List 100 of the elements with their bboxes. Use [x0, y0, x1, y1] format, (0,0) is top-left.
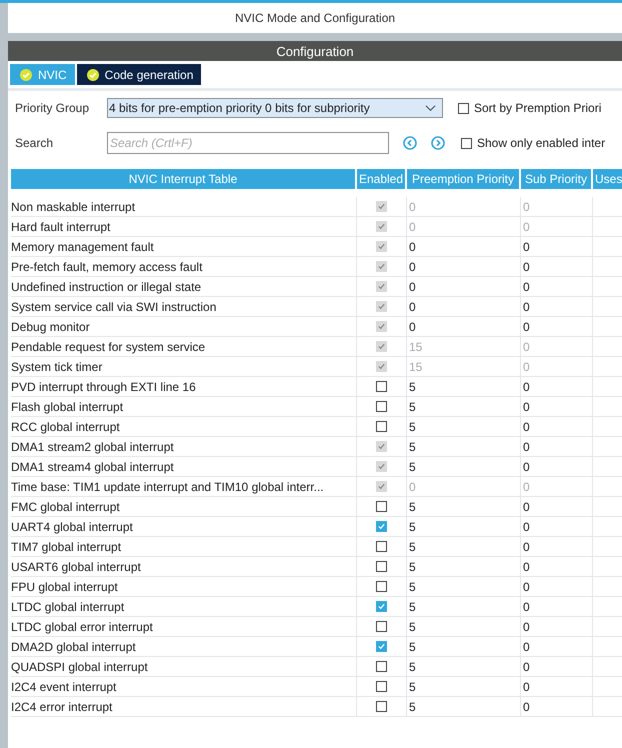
preemption-priority-cell: 0 [407, 277, 521, 296]
interrupt-name-cell: TIM7 global interrupt [11, 537, 357, 556]
preemption-priority-cell: 0 [407, 317, 521, 336]
interrupt-name-cell: FPU global interrupt [11, 577, 357, 596]
tab[interactable]: Code generation [76, 64, 202, 85]
sub-priority-cell: 0 [521, 377, 593, 396]
priority-group-dropdown[interactable]: 4 bits for pre-emption priority 0 bits for subpriority [107, 98, 443, 118]
enabled-checkbox[interactable] [376, 381, 387, 392]
interrupt-name-cell: I2C4 event interrupt [11, 677, 357, 696]
interrupt-name-cell: Pendable request for system service [11, 337, 357, 356]
preemption-priority-cell: 5 [407, 637, 521, 656]
preemption-priority-cell: 5 [407, 377, 521, 396]
enabled-checkbox[interactable] [376, 701, 387, 712]
interrupt-name-cell: Debug monitor [11, 317, 357, 336]
enabled-checkbox[interactable] [376, 661, 387, 672]
sub-priority-cell: 0 [521, 397, 593, 416]
interrupt-name-cell: UART4 global interrupt [11, 517, 357, 536]
enabled-checkbox[interactable] [376, 681, 387, 692]
interrupt-name-cell: Undefined instruction or illegal state [11, 277, 357, 296]
preemption-priority-cell: 0 [407, 477, 521, 496]
enabled-checkbox[interactable] [376, 561, 387, 572]
column-header: Uses [593, 169, 622, 189]
interrupt-name-cell: QUADSPI global interrupt [11, 657, 357, 676]
interrupt-name-cell: Non maskable interrupt [11, 197, 357, 216]
next-icon[interactable] [431, 136, 445, 150]
interrupt-name-cell: DMA1 stream2 global interrupt [11, 437, 357, 456]
preemption-priority-cell: 5 [407, 617, 521, 636]
interrupt-name-cell: LTDC global interrupt [11, 597, 357, 616]
enabled-checkbox[interactable] [376, 521, 387, 532]
interrupt-name-cell: PVD interrupt through EXTI line 16 [11, 377, 357, 396]
sub-priority-cell: 0 [521, 637, 593, 656]
sort-checkbox[interactable] [458, 102, 469, 114]
interrupt-name-cell: Memory management fault [11, 237, 357, 256]
enabled-checkbox[interactable] [376, 621, 387, 632]
preemption-priority-cell: 0 [407, 197, 521, 216]
enabled-checkbox[interactable] [376, 421, 387, 432]
search-field[interactable]: Search (Crtl+F) [107, 132, 389, 154]
column-header: Preemption Priority [407, 169, 519, 189]
enabled-checkbox[interactable] [376, 541, 387, 552]
interrupt-name-cell: LTDC global error interrupt [11, 617, 357, 636]
interrupt-name-cell: FMC global interrupt [11, 497, 357, 516]
window-title: NVIC Mode and Configuration [234, 11, 396, 25]
interrupt-name-cell: System service call via SWI instruction [11, 297, 357, 316]
sort-label: Sort by Premption Priori [474, 101, 602, 115]
preemption-priority-cell: 5 [407, 697, 521, 716]
preemption-priority-cell: 5 [407, 517, 521, 536]
preemption-priority-cell: 0 [407, 217, 521, 236]
sub-priority-cell: 0 [521, 677, 593, 696]
show-enabled-label: Show only enabled inter [477, 136, 606, 150]
preemption-priority-cell: 5 [407, 557, 521, 576]
search-label: Search [14, 136, 54, 150]
interrupt-name-cell: DMA2D global interrupt [11, 637, 357, 656]
enabled-checkbox[interactable] [376, 401, 387, 412]
preemption-priority-cell: 0 [407, 257, 521, 276]
interrupt-name-cell: I2C4 error interrupt [11, 697, 357, 716]
preemption-priority-cell: 5 [407, 657, 521, 676]
column-header: Enabled [357, 169, 405, 189]
interrupt-name-cell: USART6 global interrupt [11, 557, 357, 576]
sub-priority-cell: 0 [521, 277, 593, 296]
check-circle-icon [20, 68, 32, 80]
preemption-priority-cell: 5 [407, 597, 521, 616]
preemption-priority-cell: 15 [407, 337, 521, 356]
interrupt-name-cell: Pre-fetch fault, memory access fault [11, 257, 357, 276]
preemption-priority-cell: 5 [407, 677, 521, 696]
enabled-checkbox[interactable] [376, 581, 387, 592]
preemption-priority-cell: 5 [407, 577, 521, 596]
interrupt-name-cell: DMA1 stream4 global interrupt [11, 457, 357, 476]
sub-priority-cell: 0 [521, 517, 593, 536]
sub-priority-cell: 0 [521, 437, 593, 456]
previous-icon[interactable] [403, 136, 417, 150]
priority-group-label: Priority Group [14, 101, 90, 115]
sub-priority-cell: 0 [521, 557, 593, 576]
section-title: Configuration [276, 44, 354, 58]
check-circle-icon [86, 68, 99, 80]
preemption-priority-cell: 5 [407, 537, 521, 556]
sub-priority-cell: 0 [521, 497, 593, 516]
sub-priority-cell: 0 [521, 197, 593, 216]
preemption-priority-cell: 5 [407, 457, 521, 476]
sub-priority-cell: 0 [521, 257, 593, 276]
sub-priority-cell: 0 [521, 697, 593, 716]
sub-priority-cell: 0 [521, 597, 593, 616]
interrupt-name-cell: Hard fault interrupt [11, 217, 357, 236]
preemption-priority-cell: 0 [407, 237, 521, 256]
interrupt-name-cell: System tick timer [11, 357, 357, 376]
show-enabled-checkbox[interactable] [461, 138, 472, 148]
sub-priority-cell: 0 [521, 657, 593, 676]
sub-priority-cell: 0 [521, 457, 593, 476]
enabled-checkbox[interactable] [376, 501, 387, 512]
interrupt-name-cell: RCC global interrupt [11, 417, 357, 436]
enabled-checkbox[interactable] [376, 601, 387, 612]
sub-priority-cell: 0 [521, 417, 593, 436]
column-header: NVIC Interrupt Table [11, 169, 355, 189]
sub-priority-cell: 0 [521, 577, 593, 596]
sub-priority-cell: 0 [521, 337, 593, 356]
preemption-priority-cell: 5 [407, 437, 521, 456]
preemption-priority-cell: 15 [407, 357, 521, 376]
sub-priority-cell: 0 [521, 297, 593, 316]
enabled-checkbox[interactable] [376, 641, 387, 652]
caret-icon [425, 104, 436, 112]
interrupt-name-cell: Flash global interrupt [11, 397, 357, 416]
